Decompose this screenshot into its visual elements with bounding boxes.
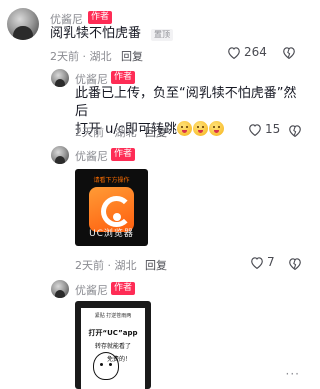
reply-meta: 2天前 · 湖北 — [75, 126, 137, 139]
reply-button[interactable]: 回复 — [121, 48, 143, 64]
dislike-icon[interactable] — [282, 46, 296, 59]
meme-top-text: 紧贴 打逆苍雨两 — [94, 313, 132, 319]
author-badge: 作者 — [111, 71, 136, 84]
reply-image[interactable]: 紧贴 打逆苍雨两 打开“UC”app 转存就能看了 免费的！ — [75, 301, 151, 389]
author-badge: 作者 — [111, 148, 136, 161]
reply-actions: 15 — [248, 122, 280, 136]
avatar[interactable] — [7, 8, 39, 40]
heart-icon[interactable] — [227, 46, 241, 59]
reply-time: 2天前 — [75, 259, 104, 272]
cartoon-face-icon — [93, 352, 119, 380]
avatar[interactable] — [51, 280, 69, 298]
reply-image[interactable]: 请看下方操作 UC浏览器 — [75, 169, 148, 246]
author-badge: 作者 — [88, 11, 113, 24]
author-badge: 作者 — [111, 282, 136, 295]
comment-location: 湖北 — [89, 50, 112, 63]
comment-meta: 2天前 · 湖北 — [50, 50, 112, 63]
reply-actions: 7 — [250, 255, 275, 269]
reply-username[interactable]: 优酱尼 — [75, 148, 108, 164]
heart-icon[interactable] — [250, 256, 264, 269]
pinned-badge: 置顶 — [151, 29, 173, 41]
reply-username[interactable]: 优酱尼 — [75, 282, 108, 298]
heart-icon[interactable] — [248, 123, 262, 136]
comment-text-content: 阅乳犊不怕虎番 — [50, 26, 142, 41]
image-banner-text: 请看下方操作 — [93, 177, 130, 184]
reply-meta: 2天前 · 湖北 — [75, 259, 137, 272]
like-count: 264 — [244, 45, 267, 59]
comment-time: 2天前 — [50, 50, 79, 63]
reply-time: 2天前 — [75, 126, 104, 139]
avatar[interactable] — [51, 69, 69, 87]
like-count: 15 — [265, 122, 281, 136]
image-caption: UC浏览器 — [89, 229, 134, 239]
laugh-emoji-icon — [176, 121, 192, 136]
meme-panel: 紧贴 打逆苍雨两 打开“UC”app 转存就能看了 免费的！ — [81, 308, 145, 389]
meme-main-text: 打开“UC”app — [88, 329, 138, 337]
avatar[interactable] — [51, 146, 69, 164]
more-options-icon[interactable]: ··· — [286, 367, 300, 381]
reply-button[interactable]: 回复 — [145, 124, 167, 140]
comment-text: 阅乳犊不怕虎番 — [50, 25, 141, 43]
reply-location: 湖北 — [114, 126, 137, 139]
comment-actions: 264 — [227, 45, 296, 59]
dislike-icon[interactable] — [288, 124, 302, 137]
meme-sub-text: 转存就能看了 — [94, 343, 131, 350]
like-count: 7 — [267, 255, 275, 269]
laugh-emoji-icon — [208, 121, 224, 136]
reply-location: 湖北 — [114, 259, 137, 272]
reply-button[interactable]: 回复 — [145, 257, 167, 273]
reply-text-line: 此番已上传，负至“阅乳犊不怕虎番”然后 — [75, 86, 297, 119]
laugh-emoji-icon — [192, 121, 208, 136]
dislike-icon[interactable] — [288, 257, 302, 270]
